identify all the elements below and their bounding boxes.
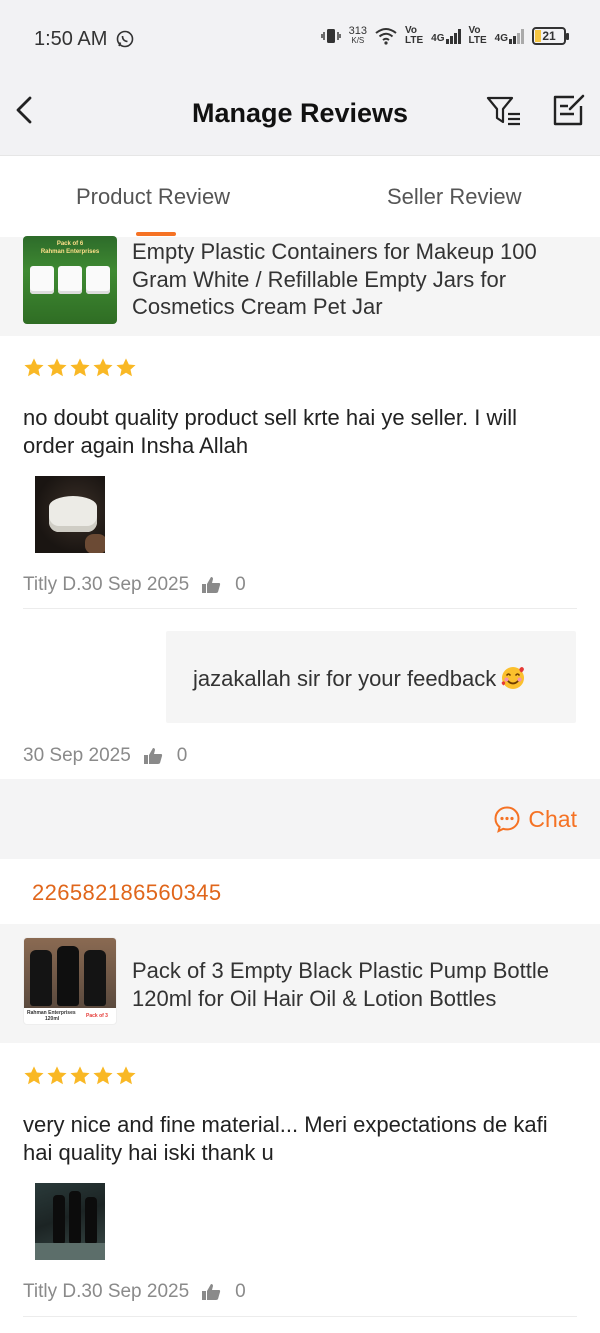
star-icon [116, 1066, 136, 1085]
review-meta: Titly D.30 Sep 2025 0 [23, 574, 246, 596]
thumbs-up-icon[interactable] [201, 1283, 221, 1301]
battery-icon: 21 [532, 27, 569, 45]
tab-seller-review[interactable]: Seller Review [387, 184, 522, 210]
like-count: 0 [235, 574, 246, 595]
product-card[interactable]: Pack of 6 Rahman Enterprises Empty Plast… [0, 236, 600, 336]
star-icon [24, 1066, 44, 1085]
star-icon [47, 358, 67, 377]
review-photo[interactable] [35, 476, 105, 553]
reply-text: jazakallah sir for your feedback [193, 665, 526, 692]
whatsapp-icon [116, 30, 134, 48]
review-meta: Titly D.30 Sep 2025 0 [23, 1281, 246, 1303]
battery-level: 21 [542, 29, 556, 43]
status-time: 1:50 AM [34, 28, 108, 50]
edit-icon[interactable] [550, 92, 586, 128]
smiling-face-with-hearts-icon [501, 667, 525, 689]
chat-bar: Chat [0, 779, 600, 859]
reply-date: 30 Sep 2025 [23, 745, 131, 766]
review-author-date: Titly D.30 Sep 2025 [23, 1281, 190, 1302]
review-author-date: Titly D.30 Sep 2025 [23, 574, 190, 595]
product-thumbnail[interactable]: Pack of 6 Rahman Enterprises [23, 236, 117, 324]
status-bar: 1:50 AM 313 K/S Vo LTE 4G Vo LTE 4G 21 [0, 0, 600, 78]
star-icon [116, 358, 136, 377]
star-icon [47, 1066, 67, 1085]
signal-icon: 4G [431, 28, 461, 44]
product-thumbnail[interactable]: Rahman Enterprises 120ml Pack of 3 [23, 937, 117, 1025]
review-tabs: Product Review Seller Review [0, 155, 600, 237]
thumbs-up-icon[interactable] [143, 747, 163, 765]
review-text: very nice and fine material... Meri expe… [23, 1112, 548, 1165]
divider [23, 608, 577, 609]
chat-label: Chat [528, 805, 577, 832]
seller-reply: jazakallah sir for your feedback [166, 631, 576, 723]
volte-badge-1: Vo LTE [405, 25, 424, 46]
rating-stars [23, 357, 137, 379]
vibrate-icon [320, 29, 341, 43]
network-speed-value: 313 [348, 25, 367, 37]
network-speed-unit: K/S [351, 36, 365, 45]
rating-stars [23, 1065, 137, 1087]
product-name[interactable]: Pack of 3 Empty Black Plastic Pump Bottl… [132, 957, 580, 1012]
like-count: 0 [235, 1281, 246, 1302]
tab-product-review[interactable]: Product Review [76, 184, 230, 210]
star-icon [24, 358, 44, 377]
filter-icon[interactable] [486, 94, 522, 128]
order-id[interactable]: 226582186560345 [32, 880, 222, 906]
app-header: Manage Reviews [0, 78, 600, 155]
reply-meta: 30 Sep 2025 0 [23, 745, 187, 767]
volte-badge-2: Vo LTE [468, 25, 487, 46]
thumbs-up-icon[interactable] [201, 576, 221, 594]
active-tab-indicator [136, 232, 176, 236]
signal-icon: 4G [495, 28, 524, 44]
review-text: no doubt quality product sell krte hai y… [23, 405, 518, 458]
product-card[interactable]: Rahman Enterprises 120ml Pack of 3 Pack … [0, 924, 600, 1043]
like-count: 0 [176, 745, 188, 766]
star-icon [93, 358, 113, 377]
network-speed: 313 K/S [349, 26, 367, 46]
chat-button[interactable]: Chat [493, 805, 577, 833]
chat-icon [494, 806, 520, 833]
divider [23, 1316, 577, 1317]
star-icon [70, 358, 90, 377]
status-icons: 313 K/S Vo LTE 4G Vo LTE 4G 21 [320, 25, 569, 46]
wifi-icon [375, 28, 397, 45]
star-icon [93, 1066, 113, 1085]
product-name[interactable]: Empty Plastic Containers for Makeup 100 … [132, 238, 580, 321]
review-photo[interactable] [35, 1183, 105, 1260]
star-icon [70, 1066, 90, 1085]
